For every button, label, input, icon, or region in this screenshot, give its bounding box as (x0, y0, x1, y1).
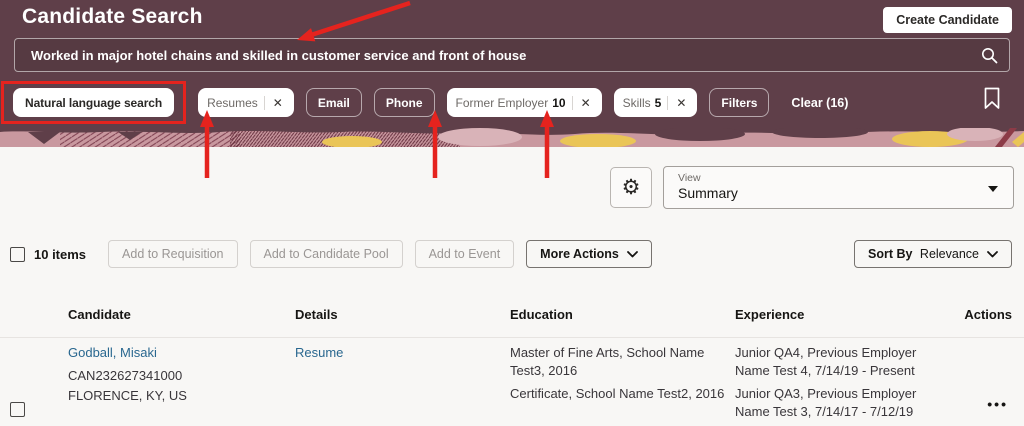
page-header: Candidate Search Create Candidate Natura… (0, 0, 1024, 128)
details-cell: Resume (295, 344, 490, 362)
page-title: Candidate Search (22, 5, 203, 28)
add-to-requisition-button[interactable]: Add to Requisition (108, 240, 238, 268)
more-actions-button[interactable]: More Actions (526, 240, 652, 268)
resumes-filter-chip[interactable]: Resumes ✕ (198, 88, 294, 117)
items-count-label: 10 items (34, 246, 87, 262)
column-header-candidate: Candidate (68, 307, 131, 322)
chip-divider (667, 95, 669, 110)
table-row: Godball, Misaki CAN232627341000 FLORENCE… (0, 337, 1024, 426)
education-entry: Certificate, School Name Test2, 2016 (510, 386, 725, 401)
create-candidate-button[interactable]: Create Candidate (883, 7, 1012, 33)
select-all-checkbox[interactable] (10, 246, 25, 262)
clear-filters-link[interactable]: Clear (16) (791, 96, 848, 110)
search-input[interactable] (14, 38, 1010, 72)
sort-by-value: Relevance (919, 247, 979, 261)
chevron-down-icon (987, 250, 998, 257)
email-filter-chip[interactable]: Email (305, 88, 362, 117)
candidate-cell: Godball, Misaki CAN232627341000 FLORENCE… (68, 344, 278, 406)
search-bar (14, 38, 1010, 72)
selection-toolbar: 10 items Add to Requisition Add to Candi… (10, 240, 1012, 268)
experience-cell: Junior QA4, Previous Employer Name Test … (735, 344, 945, 426)
add-to-event-button[interactable]: Add to Event (414, 240, 515, 268)
column-header-details: Details (295, 307, 338, 322)
former-employer-chip-label: Former Employer (455, 95, 549, 110)
search-icon[interactable] (981, 47, 998, 69)
bookmark-icon[interactable] (984, 87, 1000, 115)
former-employer-filter-chip[interactable]: Former Employer 10 ✕ (446, 88, 602, 117)
candidate-name-link[interactable]: Godball, Misaki (68, 344, 157, 362)
resumes-chip-label: Resumes (207, 95, 258, 110)
view-select-value: Summary (678, 185, 738, 201)
former-employer-chip-count: 10 (552, 95, 566, 110)
close-icon[interactable]: ✕ (674, 96, 688, 110)
close-icon[interactable]: ✕ (579, 96, 593, 110)
candidate-search-page: Candidate Search Create Candidate Natura… (0, 0, 1024, 426)
candidate-id: CAN232627341000 (68, 368, 183, 383)
annotation-box-natural-language: Natural language search (1, 81, 187, 124)
education-entry: Master of Fine Arts, School Name Test3, … (510, 345, 705, 378)
table-header-row: Candidate Details Education Experience A… (0, 307, 1024, 327)
skills-chip-count: 5 (654, 95, 662, 110)
phone-filter-chip[interactable]: Phone (373, 88, 435, 117)
experience-entry: Junior QA3, Previous Employer Name Test … (735, 386, 917, 419)
decorative-pattern-band (0, 128, 1024, 147)
row-actions-menu-icon[interactable]: ••• (987, 396, 1008, 412)
natural-language-search-chip[interactable]: Natural language search (13, 88, 175, 117)
column-header-actions: Actions (964, 307, 1012, 322)
chip-divider (263, 95, 265, 110)
settings-gear-button[interactable]: ⚙ (610, 167, 652, 208)
education-cell: Master of Fine Arts, School Name Test3, … (510, 344, 725, 408)
filter-chips-row: Natural language search Resumes ✕ Email … (1, 81, 984, 124)
add-to-candidate-pool-button[interactable]: Add to Candidate Pool (249, 240, 403, 268)
sort-by-prefix: Sort By (867, 247, 913, 261)
experience-entry: Junior QA4, Previous Employer Name Test … (735, 345, 917, 378)
sort-by-button[interactable]: Sort By Relevance (853, 240, 1012, 268)
close-icon[interactable]: ✕ (271, 96, 285, 110)
candidate-location: FLORENCE, KY, US (68, 388, 187, 403)
row-checkbox[interactable] (10, 402, 25, 417)
view-select[interactable]: View Summary (663, 166, 1014, 209)
skills-chip-label: Skills (622, 95, 651, 110)
column-header-education: Education (510, 307, 573, 322)
filters-chip[interactable]: Filters (709, 88, 770, 117)
column-header-experience: Experience (735, 307, 805, 322)
chevron-down-icon (988, 186, 998, 192)
resume-link[interactable]: Resume (295, 344, 343, 362)
chip-divider (571, 95, 573, 110)
skills-filter-chip[interactable]: Skills 5 ✕ (613, 88, 698, 117)
gear-icon: ⚙ (621, 175, 641, 199)
chevron-down-icon (626, 250, 638, 257)
view-select-label: View (678, 172, 701, 184)
